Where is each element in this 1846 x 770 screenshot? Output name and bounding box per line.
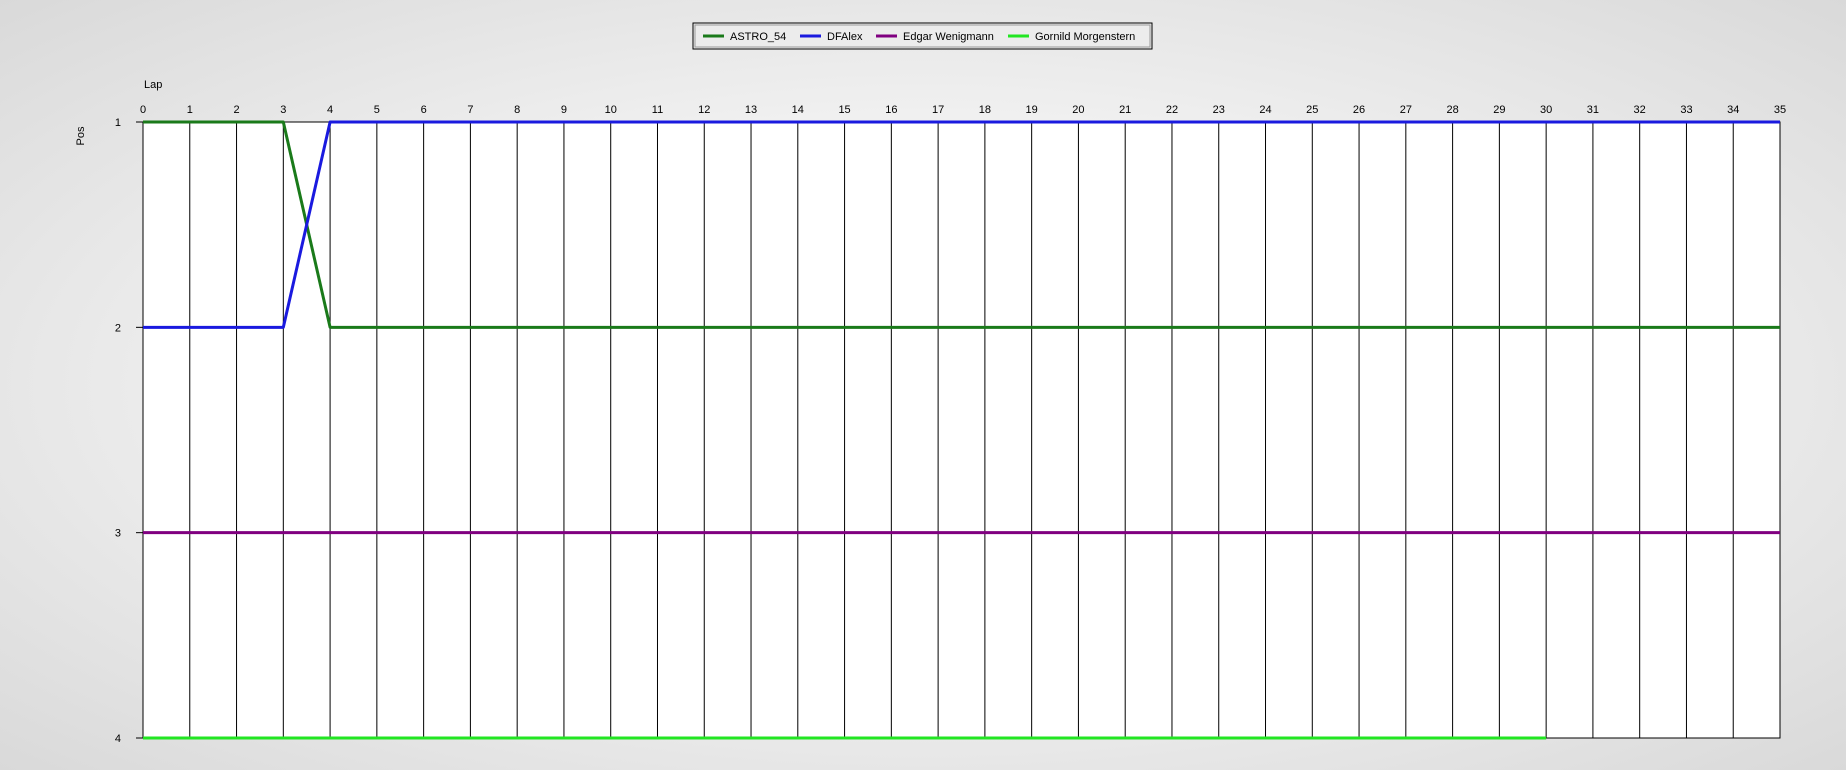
x-tick-label-24: 24 xyxy=(1259,104,1271,116)
x-tick-label-32: 32 xyxy=(1634,104,1646,116)
x-tick-label-12: 12 xyxy=(698,104,710,116)
x-tick-label-18: 18 xyxy=(979,104,991,116)
y-axis-label: Pos xyxy=(75,126,87,145)
x-tick-label-26: 26 xyxy=(1353,104,1365,116)
x-tick-label-5: 5 xyxy=(374,104,380,116)
legend: ASTRO_54 DFAlex Edgar Wenigmann Gornild Mor… xyxy=(692,22,1153,50)
y-tick-label-3: 3 xyxy=(115,528,121,540)
x-tick-label-25: 25 xyxy=(1306,104,1318,116)
legend-label-2: Edgar Wenigmann xyxy=(903,31,994,43)
y-tick-labels: 1 2 3 4 xyxy=(115,117,121,745)
x-tick-label-0: 0 xyxy=(140,104,146,116)
x-tick-label-1: 1 xyxy=(187,104,193,116)
legend-label-1: DFAlex xyxy=(827,31,863,43)
x-tick-label-34: 34 xyxy=(1727,104,1739,116)
x-tick-label-19: 19 xyxy=(1026,104,1038,116)
x-tick-label-9: 9 xyxy=(561,104,567,116)
x-tick-label-20: 20 xyxy=(1072,104,1084,116)
plot-area xyxy=(142,121,1781,739)
x-tick-label-17: 17 xyxy=(932,104,944,116)
x-tick-label-22: 22 xyxy=(1166,104,1178,116)
x-tick-label-3: 3 xyxy=(280,104,286,116)
x-tick-label-31: 31 xyxy=(1587,104,1599,116)
x-tick-label-30: 30 xyxy=(1540,104,1552,116)
x-tick-label-6: 6 xyxy=(421,104,427,116)
x-tick-label-23: 23 xyxy=(1213,104,1225,116)
x-tick-label-10: 10 xyxy=(605,104,617,116)
x-tick-label-13: 13 xyxy=(745,104,757,116)
x-tick-label-11: 11 xyxy=(652,104,663,116)
x-tick-label-2: 2 xyxy=(233,104,239,116)
x-tick-label-35: 35 xyxy=(1774,104,1786,116)
x-tick-labels: 0 1 2 3 4 5 6 7 8 9 10 11 12 13 14 15 16 17 18 19 20 21 22 23 24… xyxy=(140,104,1786,116)
x-tick-label-7: 7 xyxy=(467,104,473,116)
x-tick-label-21: 21 xyxy=(1119,104,1131,116)
y-tick-label-4: 4 xyxy=(115,733,121,745)
x-tick-label-16: 16 xyxy=(885,104,897,116)
x-tick-label-8: 8 xyxy=(514,104,520,116)
x-tick-label-33: 33 xyxy=(1680,104,1692,116)
x-tick-label-29: 29 xyxy=(1493,104,1505,116)
y-tick-label-1: 1 xyxy=(115,117,121,129)
y-tick-label-2: 2 xyxy=(115,322,121,334)
x-tick-label-14: 14 xyxy=(792,104,804,116)
x-tick-label-4: 4 xyxy=(327,104,333,116)
lap-position-chart: ASTRO_54 DFAlex Edgar Wenigmann Gornild Mor… xyxy=(75,22,1786,745)
x-tick-label-28: 28 xyxy=(1446,104,1458,116)
x-tick-label-27: 27 xyxy=(1400,104,1412,116)
legend-label-3: Gornild Morgenstern xyxy=(1035,31,1135,43)
x-tick-label-15: 15 xyxy=(838,104,850,116)
x-axis-label: Lap xyxy=(144,79,162,91)
legend-label-0: ASTRO_54 xyxy=(730,31,786,43)
